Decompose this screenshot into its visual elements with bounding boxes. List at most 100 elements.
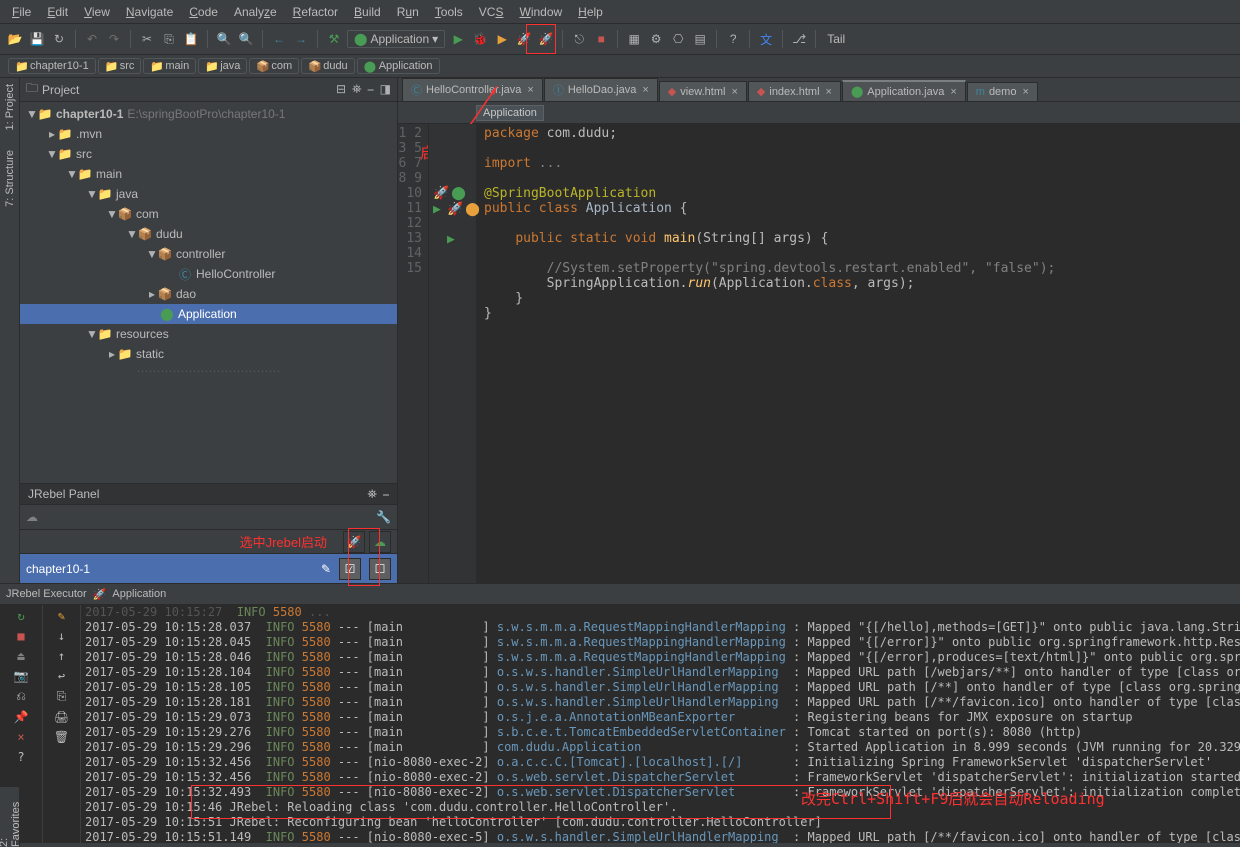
menu-file[interactable]: File — [4, 3, 39, 21]
debug-icon[interactable]: 🐞 — [471, 30, 489, 48]
crumb-java[interactable]: 📁java — [198, 58, 247, 74]
close-console-icon[interactable]: × — [17, 730, 24, 744]
code-editor[interactable]: 启动 1 2 3 5 6 7 8 9 10 11 12 13 14 15 🚀⬤ … — [398, 124, 1240, 583]
collapse-icon[interactable]: ⊟ — [336, 82, 346, 97]
help-console-icon[interactable]: ? — [17, 750, 24, 764]
menu-edit[interactable]: Edit — [39, 3, 76, 21]
tool1-icon[interactable]: ▦ — [625, 30, 643, 48]
jrebel-checkbox-run[interactable]: ☑ — [339, 558, 361, 580]
gear-icon[interactable]: ⛯ — [352, 82, 362, 97]
stop-console-icon[interactable]: ■ — [17, 629, 24, 643]
crumb-src[interactable]: 📁src — [98, 58, 142, 74]
tree-resources[interactable]: resources — [116, 327, 169, 341]
tab-favorites[interactable]: 2: Favorites — [0, 793, 22, 847]
tree-java[interactable]: java — [116, 187, 138, 201]
close-icon[interactable]: × — [527, 84, 533, 96]
replace-icon[interactable]: 🔍 — [237, 30, 255, 48]
find-icon[interactable]: 🔍 — [215, 30, 233, 48]
tab-indexhtml[interactable]: ◆index.html× — [748, 81, 841, 101]
tree-dudu[interactable]: dudu — [156, 227, 183, 241]
tree-src[interactable]: src — [76, 147, 92, 161]
menu-vcs[interactable]: VCS — [471, 3, 512, 21]
tree-dao[interactable]: dao — [176, 287, 196, 301]
crumb-application[interactable]: ⬤Application — [357, 58, 440, 74]
open-icon[interactable]: 📂 — [6, 30, 24, 48]
tab-project[interactable]: 1: Project — [4, 84, 16, 130]
translate-icon[interactable]: 文 — [757, 30, 775, 48]
tree-static[interactable]: static — [136, 347, 164, 361]
crumb-dudu[interactable]: 📦dudu — [301, 58, 354, 74]
tree-main[interactable]: main — [96, 167, 122, 181]
crumb-project[interactable]: 📁chapter10-1 — [8, 58, 96, 74]
crumb-main[interactable]: 📁main — [143, 58, 196, 74]
tree-hellocontroller[interactable]: HelloController — [196, 267, 275, 281]
run-configuration[interactable]: ⬤Application▾ — [347, 30, 445, 48]
git-icon[interactable]: ⎇ — [790, 30, 808, 48]
expand-icon[interactable]: ◨ — [380, 82, 391, 97]
tool3-icon[interactable]: ⎔ — [669, 30, 687, 48]
tree-mvn[interactable]: .mvn — [76, 127, 102, 141]
clear-icon[interactable]: 🗑 — [54, 730, 69, 744]
tree-application[interactable]: Application — [178, 307, 237, 321]
close-icon[interactable]: × — [950, 86, 956, 98]
exit-icon[interactable]: ⏏ — [17, 649, 24, 663]
tool2-icon[interactable]: ⚙ — [647, 30, 665, 48]
menu-run[interactable]: Run — [389, 3, 427, 21]
jrebel-wrench-icon[interactable]: 🔧 — [376, 510, 391, 524]
tab-viewhtml[interactable]: ◆view.html× — [659, 81, 747, 101]
up-icon[interactable]: ↑ — [58, 649, 65, 663]
rerun-icon[interactable]: ↻ — [17, 609, 24, 623]
close-icon[interactable]: × — [731, 86, 737, 98]
sync-icon[interactable]: ↻ — [50, 30, 68, 48]
jrebel-hide-icon[interactable]: ⎯ — [383, 487, 389, 502]
tab-hellodao[interactable]: ⒾHelloDao.java× — [544, 78, 658, 101]
close-icon[interactable]: × — [642, 84, 648, 96]
run-icon[interactable]: ▶ — [449, 30, 467, 48]
copy-icon[interactable]: ⎘ — [160, 30, 178, 48]
pin-icon[interactable]: 📌 — [14, 710, 29, 724]
close-icon[interactable]: × — [826, 86, 832, 98]
save-icon[interactable]: 💾 — [28, 30, 46, 48]
tree-controller[interactable]: controller — [176, 247, 225, 261]
crumb-com[interactable]: 📦com — [249, 58, 299, 74]
hide-icon[interactable]: ⎯ — [368, 82, 374, 97]
undo-icon[interactable]: ↶ — [83, 30, 101, 48]
project-tree[interactable]: ▼📁chapter10-1E:\springBootPro\chapter10-… — [20, 102, 397, 483]
menu-analyze[interactable]: Analyze — [226, 3, 285, 21]
help-icon[interactable]: ? — [724, 30, 742, 48]
menu-refactor[interactable]: Refactor — [285, 3, 346, 21]
close-icon[interactable]: × — [1022, 86, 1028, 98]
dump-icon[interactable]: 📷 — [14, 669, 29, 683]
edit-console-icon[interactable]: ✎ — [58, 609, 65, 623]
menu-tools[interactable]: Tools — [427, 3, 471, 21]
down-icon[interactable]: ↓ — [58, 629, 65, 643]
cut-icon[interactable]: ✂ — [138, 30, 156, 48]
tool4-icon[interactable]: ▤ — [691, 30, 709, 48]
tree-root[interactable]: chapter10-1 — [56, 107, 123, 121]
stop-icon[interactable]: ■ — [592, 30, 610, 48]
attach-icon[interactable]: ⎋ — [570, 30, 588, 48]
jrebel-cloud-icon[interactable]: ☁ — [26, 510, 38, 524]
wrap-icon[interactable]: ↩ — [58, 669, 65, 683]
paste-icon[interactable]: 📋 — [182, 30, 200, 48]
jrebel-gear-icon[interactable]: ⛯ — [367, 487, 377, 502]
build-icon[interactable]: ⚒ — [325, 30, 343, 48]
jrebel-project-row[interactable]: chapter10-1 ✎ ☑ ☐ — [20, 554, 397, 583]
scroll-icon[interactable]: ⎘ — [57, 689, 67, 704]
tab-structure[interactable]: 7: Structure — [4, 150, 16, 207]
jrebel-checkbox-cloud[interactable]: ☐ — [369, 558, 391, 580]
menu-window[interactable]: Window — [511, 3, 570, 21]
menu-view[interactable]: View — [76, 3, 118, 21]
tab-application[interactable]: ⬤Application.java× — [842, 80, 966, 101]
menu-code[interactable]: Code — [181, 3, 226, 21]
jrebel-debug-icon[interactable]: 🚀 — [537, 30, 555, 48]
coverage-icon[interactable]: ▶ — [493, 30, 511, 48]
edit-icon[interactable]: ✎ — [321, 562, 331, 576]
menu-help[interactable]: Help — [570, 3, 611, 21]
console-output[interactable]: 2017-05-29 10:15:27 INFO 5580 ...2017-05… — [81, 605, 1240, 843]
layout-icon[interactable]: ⎌ — [16, 689, 26, 704]
jrebel-run-icon[interactable]: 🚀 — [515, 30, 533, 48]
forward-icon[interactable]: → — [292, 30, 310, 48]
tree-com[interactable]: com — [136, 207, 159, 221]
redo-icon[interactable]: ↷ — [105, 30, 123, 48]
